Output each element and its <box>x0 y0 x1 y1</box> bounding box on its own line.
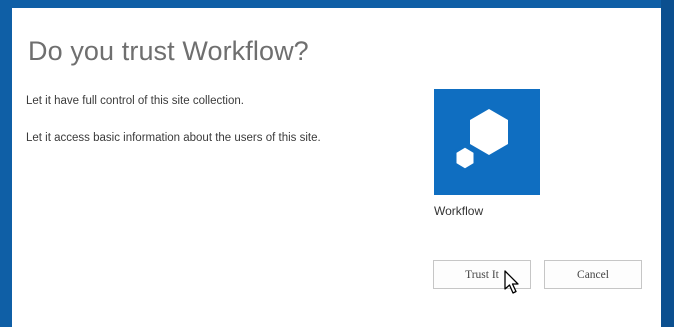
window-frame-top <box>0 0 674 8</box>
app-name-label: Workflow <box>434 204 484 218</box>
window-frame-right <box>661 0 674 327</box>
workflow-hexagon-icon <box>453 109 508 172</box>
window-frame-left <box>0 0 12 327</box>
permission-full-control: Let it have full control of this site co… <box>26 95 244 107</box>
trust-app-dialog: Do you trust Workflow? Let it have full … <box>12 8 661 327</box>
workflow-app-tile <box>434 89 540 195</box>
dialog-title: Do you trust Workflow? <box>28 36 309 66</box>
trust-it-button[interactable]: Trust It <box>433 260 531 289</box>
permission-user-info: Let it access basic information about th… <box>26 132 321 144</box>
cancel-button[interactable]: Cancel <box>544 260 642 289</box>
